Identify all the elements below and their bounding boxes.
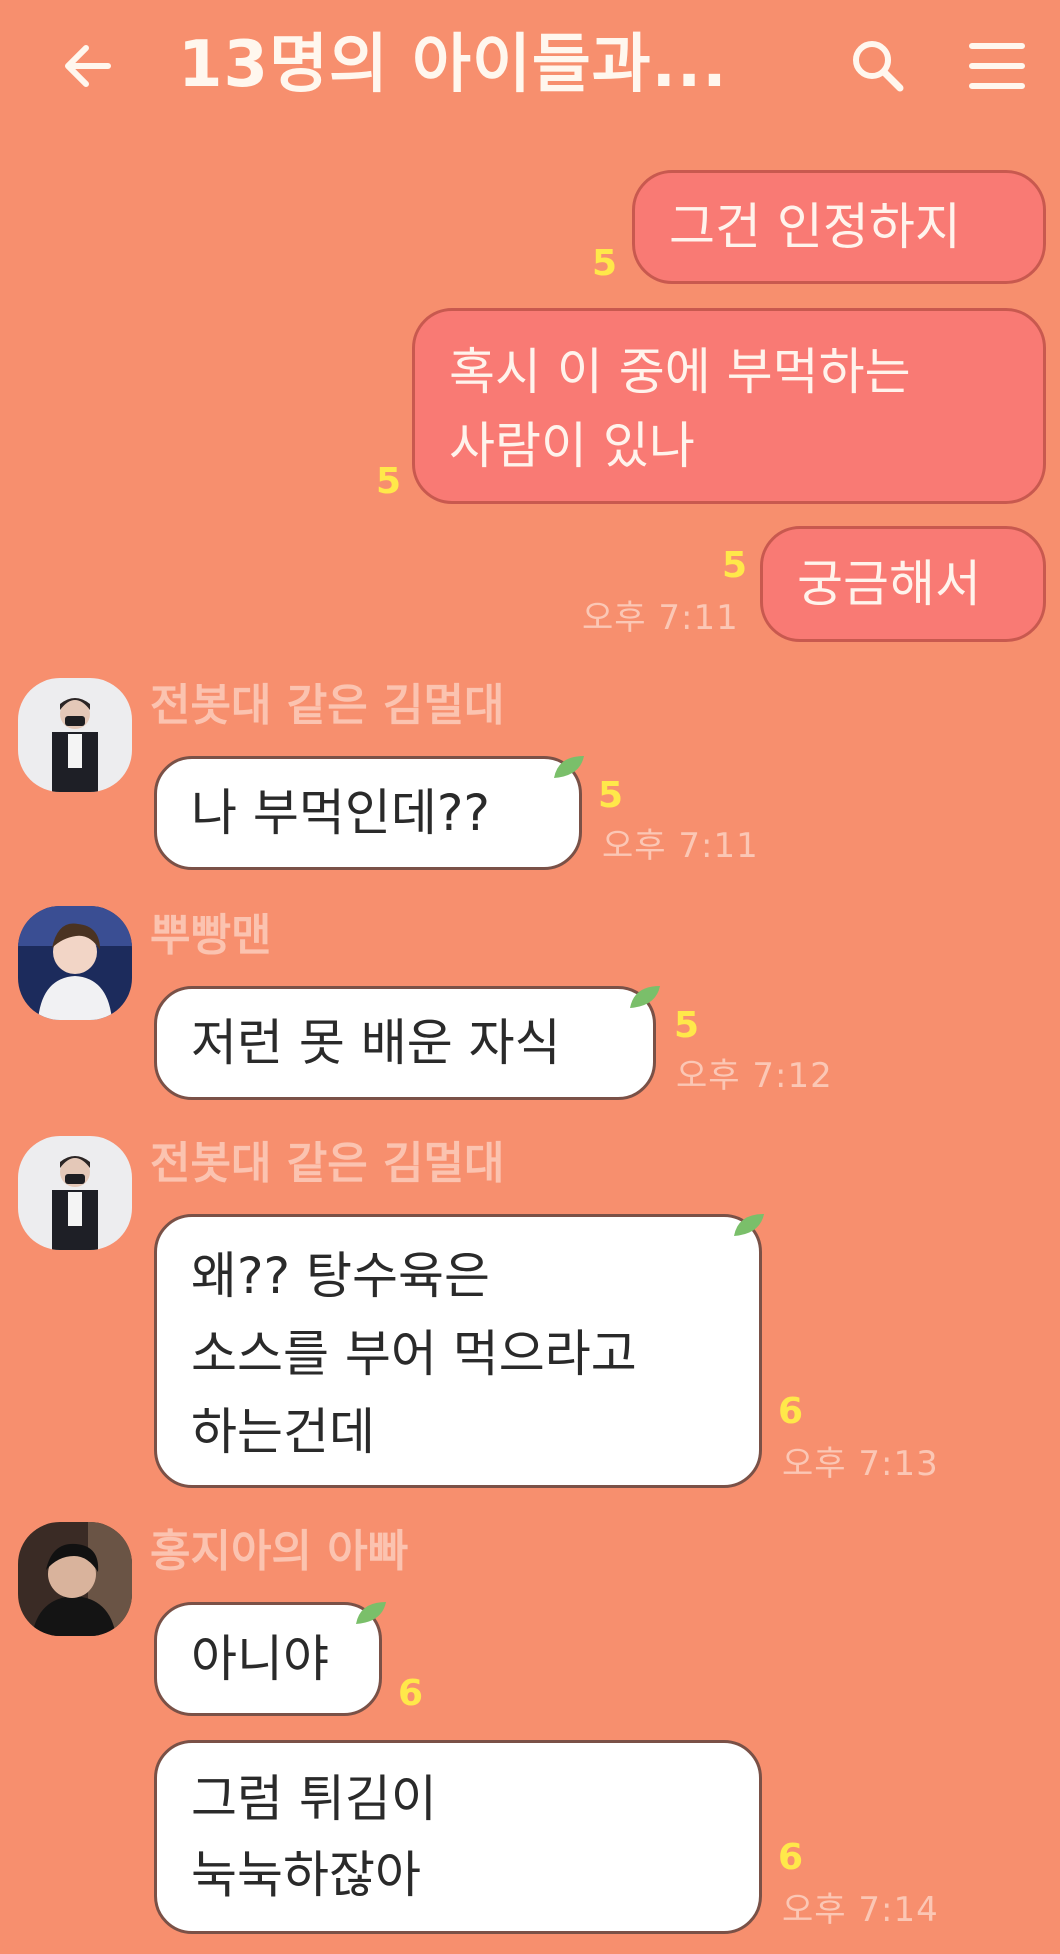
message-time: 오후 7:13 bbox=[782, 1444, 939, 1484]
hamburger-menu-icon[interactable] bbox=[968, 38, 1026, 94]
unread-count: 5 bbox=[674, 1005, 700, 1046]
chat-room-title: 13명의 아이들과... bbox=[178, 28, 728, 102]
sender-name: 홍지아의 아빠 bbox=[150, 1526, 409, 1577]
my-message-bubble[interactable]: 궁금해서 bbox=[760, 526, 1046, 642]
my-message-bubble[interactable]: 혹시 이 중에 부먹하는 사람이 있나 bbox=[412, 308, 1046, 504]
received-message-bubble[interactable]: 그럼 튀김이 눅눅하잖아 bbox=[154, 1740, 762, 1934]
unread-count: 6 bbox=[778, 1837, 804, 1878]
received-message-bubble[interactable]: 아니야 bbox=[154, 1602, 382, 1716]
leaf-sticker-icon bbox=[554, 756, 584, 778]
chat-header: 13명의 아이들과... bbox=[0, 0, 1060, 135]
avatar[interactable] bbox=[18, 906, 132, 1020]
received-message-bubble[interactable]: 왜?? 탕수육은 소스를 부어 먹으라고 하는건데 bbox=[154, 1214, 762, 1488]
leaf-sticker-icon bbox=[630, 986, 660, 1008]
profile-photo bbox=[18, 1136, 132, 1250]
back-arrow-icon[interactable] bbox=[58, 36, 118, 96]
avatar[interactable] bbox=[18, 678, 132, 792]
message-time: 오후 7:14 bbox=[782, 1890, 939, 1930]
profile-photo bbox=[18, 906, 132, 1020]
sender-name: 전봇대 같은 김멀대 bbox=[150, 1138, 505, 1189]
received-message-bubble[interactable]: 나 부먹인데?? bbox=[154, 756, 582, 870]
unread-count: 5 bbox=[376, 461, 402, 502]
unread-count: 6 bbox=[398, 1673, 424, 1714]
my-message-bubble[interactable]: 그건 인정하지 bbox=[632, 170, 1046, 284]
leaf-sticker-icon bbox=[356, 1602, 386, 1624]
received-message-bubble[interactable]: 저런 못 배운 자식 bbox=[154, 986, 656, 1100]
unread-count: 5 bbox=[592, 243, 618, 284]
unread-count: 6 bbox=[778, 1391, 804, 1432]
sender-name: 뿌빵맨 bbox=[150, 910, 272, 961]
sender-name: 전봇대 같은 김멀대 bbox=[150, 680, 505, 731]
unread-count: 5 bbox=[598, 775, 624, 816]
profile-photo bbox=[18, 678, 132, 792]
profile-photo bbox=[18, 1522, 132, 1636]
search-icon[interactable] bbox=[848, 36, 908, 96]
message-time: 오후 7:12 bbox=[676, 1056, 833, 1096]
message-time: 오후 7:11 bbox=[582, 598, 739, 638]
message-time: 오후 7:11 bbox=[602, 826, 759, 866]
unread-count: 5 bbox=[722, 545, 748, 586]
leaf-sticker-icon bbox=[734, 1214, 764, 1236]
avatar[interactable] bbox=[18, 1136, 132, 1250]
avatar[interactable] bbox=[18, 1522, 132, 1636]
